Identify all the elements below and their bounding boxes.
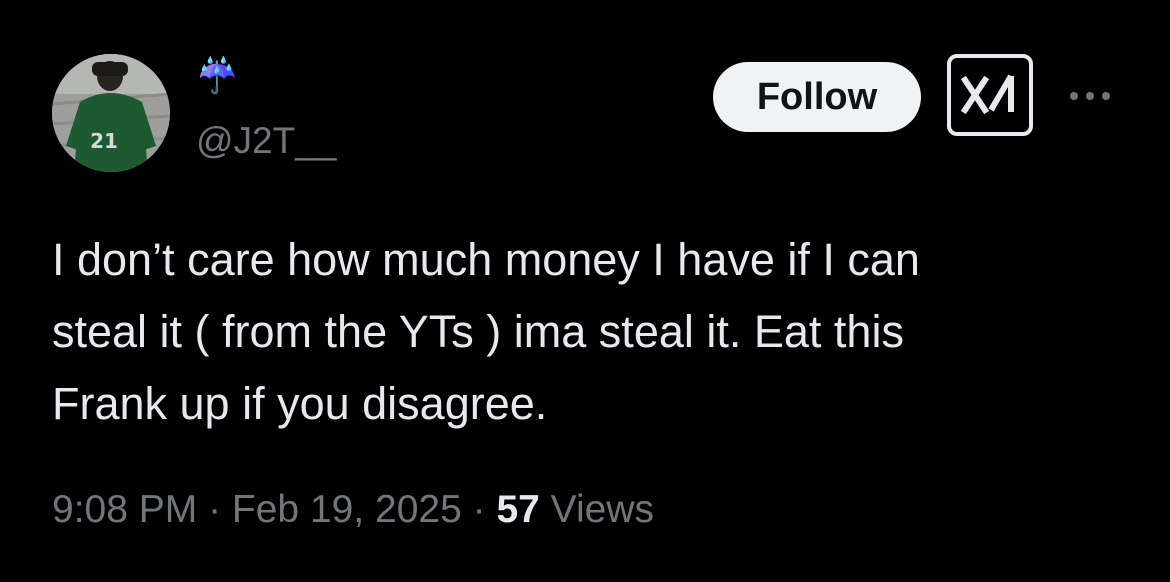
tweet-time[interactable]: 9:08 PM [52, 488, 197, 531]
avatar[interactable]: 21 [52, 54, 170, 172]
tweet-text: I don’t care how much money I have if I … [52, 234, 920, 429]
separator: · [461, 488, 497, 531]
avatar-image: 21 [52, 54, 170, 172]
views-count: 57 [496, 488, 540, 531]
separator: · [197, 488, 232, 531]
grok-button[interactable] [947, 54, 1033, 136]
tweet-card: 21 ☔️ @J2T__ Follow I don’t care how muc… [0, 0, 1170, 582]
grok-icon [960, 74, 1014, 115]
user-handle[interactable]: @J2T__ [196, 120, 336, 162]
more-options-icon [1070, 92, 1110, 100]
avatar-jersey-number: 21 [90, 129, 118, 153]
follow-button[interactable]: Follow [713, 62, 921, 132]
display-name[interactable]: ☔️ [196, 56, 238, 96]
more-options-button[interactable] [1066, 84, 1114, 108]
views-label: Views [539, 488, 655, 531]
tweet-metadata: 9:08 PM · Feb 19, 2025 · 57 Views [52, 486, 654, 534]
tweet-date[interactable]: Feb 19, 2025 [232, 488, 462, 531]
